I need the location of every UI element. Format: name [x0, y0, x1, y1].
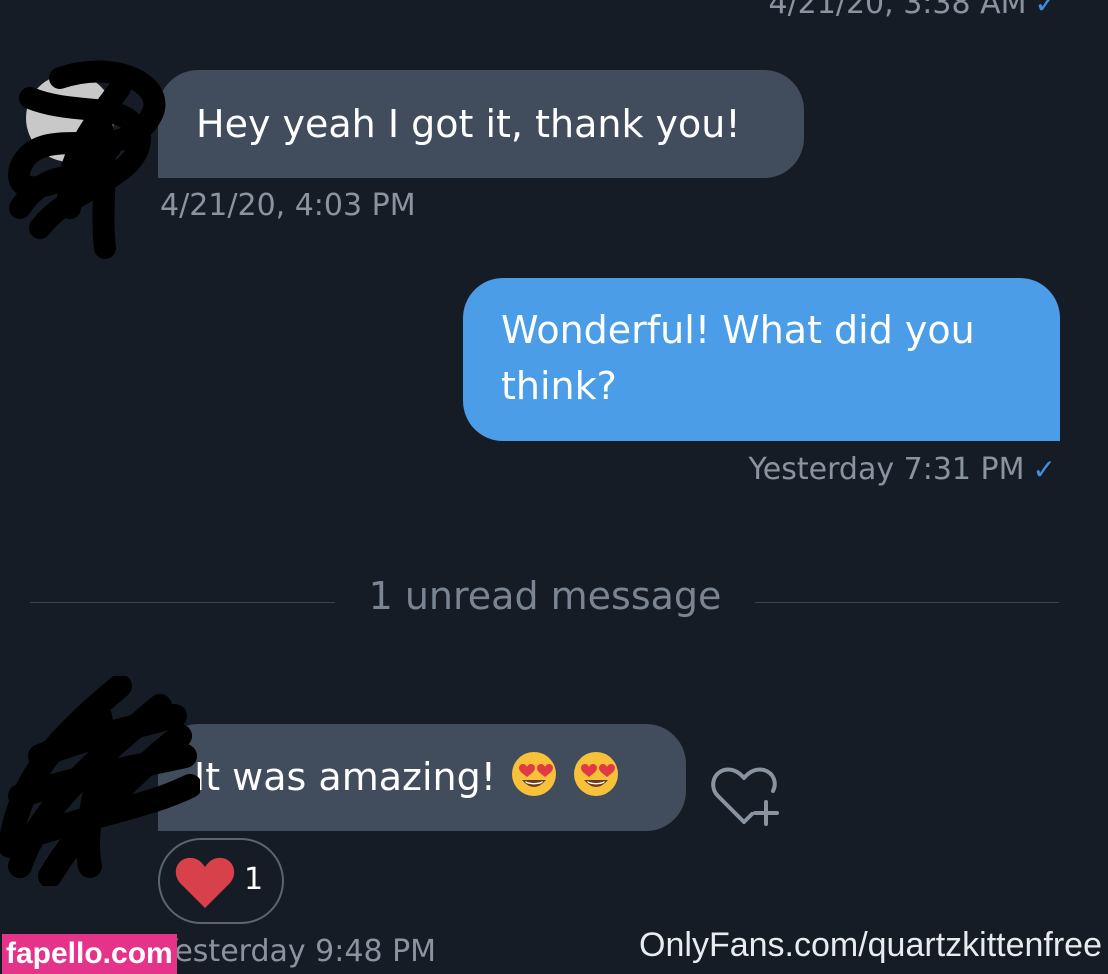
divider-line-right	[755, 602, 1059, 603]
divider-line-left	[30, 602, 335, 603]
check-icon: ✓	[1034, 0, 1058, 20]
outgoing-message-bubble[interactable]: Wonderful! What did you think?	[463, 278, 1060, 441]
message-text-line: think?	[501, 364, 617, 408]
timestamp-text: 4/21/20, 3:38 AM	[768, 0, 1027, 21]
heart-eyes-emoji	[511, 752, 556, 796]
message-text: Hey yeah I got it, thank you!	[196, 102, 741, 146]
message-text-line: Wonderful! What did you	[501, 308, 975, 352]
previous-message-timestamp: 4/21/20, 3:38 AM ✓	[0, 0, 1058, 21]
incoming-message-bubble[interactable]: Hey yeah I got it, thank you!	[158, 70, 804, 178]
avatar-image	[26, 74, 114, 162]
watermark-right: OnlyFans.com/quartzkittenfree	[639, 926, 1102, 964]
watermark-left: fapello.com	[2, 934, 177, 974]
check-icon: ✓	[1032, 453, 1056, 486]
unread-divider-label: 1 unread message	[368, 574, 722, 618]
message-timestamp: Yesterday 9:48 PM	[160, 934, 437, 969]
heart-icon	[175, 857, 235, 908]
incoming-message-bubble[interactable]: It was amazing!	[158, 724, 686, 831]
message-timestamp: Yesterday 7:31 PM	[748, 452, 1025, 487]
message-timestamp: 4/21/20, 4:03 PM	[160, 188, 416, 223]
reaction-count: 1	[244, 862, 264, 897]
message-status: Yesterday 7:31 PM ✓	[748, 452, 1056, 487]
reaction-pill[interactable]: 1	[158, 838, 284, 924]
heart-plus-icon[interactable]	[708, 764, 784, 830]
heart-eyes-emoji	[573, 752, 618, 796]
redaction-scribble	[8, 60, 166, 259]
message-text: It was amazing!	[194, 755, 496, 799]
